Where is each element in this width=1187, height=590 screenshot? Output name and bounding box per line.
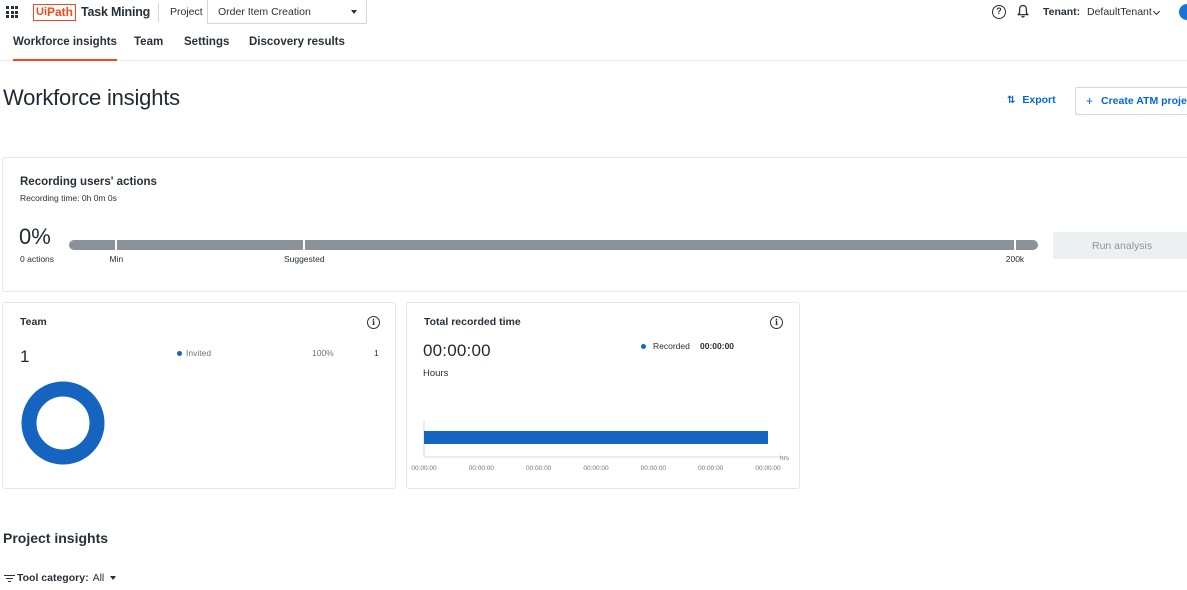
legend-label-invited: Invited xyxy=(186,348,212,358)
page-title: Workforce insights xyxy=(3,85,180,110)
recording-card: Recording users' actions Recording time:… xyxy=(2,157,1187,292)
create-atm-project-label: Create ATM project xyxy=(1101,95,1187,107)
info-icon[interactable]: i xyxy=(367,316,380,329)
header-divider xyxy=(158,3,159,22)
legend-percent-invited: 100% xyxy=(312,348,334,358)
run-analysis-button[interactable]: Run analysis xyxy=(1053,232,1187,259)
project-dropdown-value: Order Item Creation xyxy=(218,5,311,18)
progress-marker-label: 200k xyxy=(1005,254,1025,264)
x-tick-label: 00:00:00 xyxy=(641,465,667,472)
logo-mark: Ui Path xyxy=(33,3,77,21)
x-tick-label: 00:00:00 xyxy=(526,465,552,472)
recording-percent: 0% xyxy=(19,224,51,249)
tool-category-filter[interactable]: Tool category: All xyxy=(4,572,117,584)
chevron-down-icon[interactable] xyxy=(1152,7,1161,16)
tenant-selector[interactable]: DefaultTenant xyxy=(1087,6,1152,18)
progress-marker-tick xyxy=(1013,238,1016,252)
team-card: Team i 1 Invited 100% 1 xyxy=(2,302,396,489)
recording-actions-count: 0 actions xyxy=(20,254,55,264)
tab-team[interactable]: Team xyxy=(134,36,163,61)
uipath-logo[interactable]: Ui Path Task Mining xyxy=(33,3,150,21)
recording-progress-bar xyxy=(69,240,1038,250)
tenant-label: Tenant: xyxy=(1043,6,1081,18)
donut-slice-invited xyxy=(21,381,105,465)
project-insights-title: Project insights xyxy=(3,530,109,546)
sort-arrows-icon: ⇅ xyxy=(1007,94,1016,106)
progress-marker-tick xyxy=(303,238,306,252)
bar-recorded xyxy=(424,431,768,444)
tab-settings[interactable]: Settings xyxy=(184,36,229,61)
logo-suffix: Path xyxy=(47,5,74,19)
create-atm-project-button[interactable]: + Create ATM project xyxy=(1075,87,1187,115)
x-tick-label: 00:00:00 xyxy=(469,465,495,472)
recorded-time-bar-chart: 00:00:00 00:00:00 00:00:00 00:00:00 00:00:00… xyxy=(411,421,790,472)
main-tabs: Workforce insights Team Settings Discove… xyxy=(0,27,1187,61)
caret-down-icon xyxy=(110,576,117,580)
recorded-time-title: Total recorded time xyxy=(424,316,521,328)
project-dropdown[interactable]: Order Item Creation xyxy=(207,0,367,24)
recorded-time-value: 00:00:00 xyxy=(423,341,491,360)
info-icon[interactable]: i xyxy=(770,316,783,329)
export-button-label: Export xyxy=(1022,94,1056,106)
team-card-title: Team xyxy=(20,316,47,328)
x-tick-label: 00:00:00 xyxy=(698,465,724,472)
progress-marker-tick xyxy=(115,238,118,252)
recording-title: Recording users' actions xyxy=(20,176,157,188)
bell-icon[interactable] xyxy=(1017,4,1029,19)
user-avatar[interactable] xyxy=(1179,4,1187,20)
tab-workforce-insights[interactable]: Workforce insights xyxy=(13,36,117,61)
legend-dot-invited xyxy=(177,351,182,356)
filter-icon xyxy=(4,574,15,583)
recorded-time-unit: Hours xyxy=(423,368,449,379)
progress-marker-label: Min xyxy=(109,254,124,264)
legend-value-recorded: 00:00:00 xyxy=(700,341,735,351)
help-icon[interactable]: ? xyxy=(992,5,1006,19)
recording-time: Recording time: 0h 0m 0s xyxy=(20,193,117,203)
top-bar: Ui Path Task Mining Project Order Item Cr… xyxy=(0,0,1187,26)
product-name: Task Mining xyxy=(81,5,151,19)
progress-marker-label: Suggested xyxy=(283,254,325,264)
project-label: Project xyxy=(170,6,203,18)
x-axis-unit: hrs xyxy=(780,455,790,462)
export-button[interactable]: ⇅ Export xyxy=(1007,94,1056,106)
x-tick-label: 00:00:00 xyxy=(755,465,781,472)
legend-label-recorded: Recorded xyxy=(653,341,690,351)
x-tick-label: 00:00:00 xyxy=(583,465,609,472)
legend-dot-recorded xyxy=(641,344,646,349)
caret-down-icon xyxy=(351,10,357,14)
legend-value-invited: 1 xyxy=(374,348,379,358)
tab-discovery-results[interactable]: Discovery results xyxy=(249,36,345,61)
plus-icon: + xyxy=(1086,94,1094,108)
apps-grid-icon[interactable] xyxy=(6,6,18,18)
logo-prefix: Ui xyxy=(36,6,47,18)
team-donut-chart xyxy=(21,381,105,465)
team-count: 1 xyxy=(20,347,30,366)
x-tick-label: 00:00:00 xyxy=(411,465,437,472)
filter-label: Tool category: xyxy=(17,572,89,584)
recorded-time-card: Total recorded time i 00:00:00 Hours Rec… xyxy=(406,302,800,489)
filter-value: All xyxy=(92,572,105,584)
